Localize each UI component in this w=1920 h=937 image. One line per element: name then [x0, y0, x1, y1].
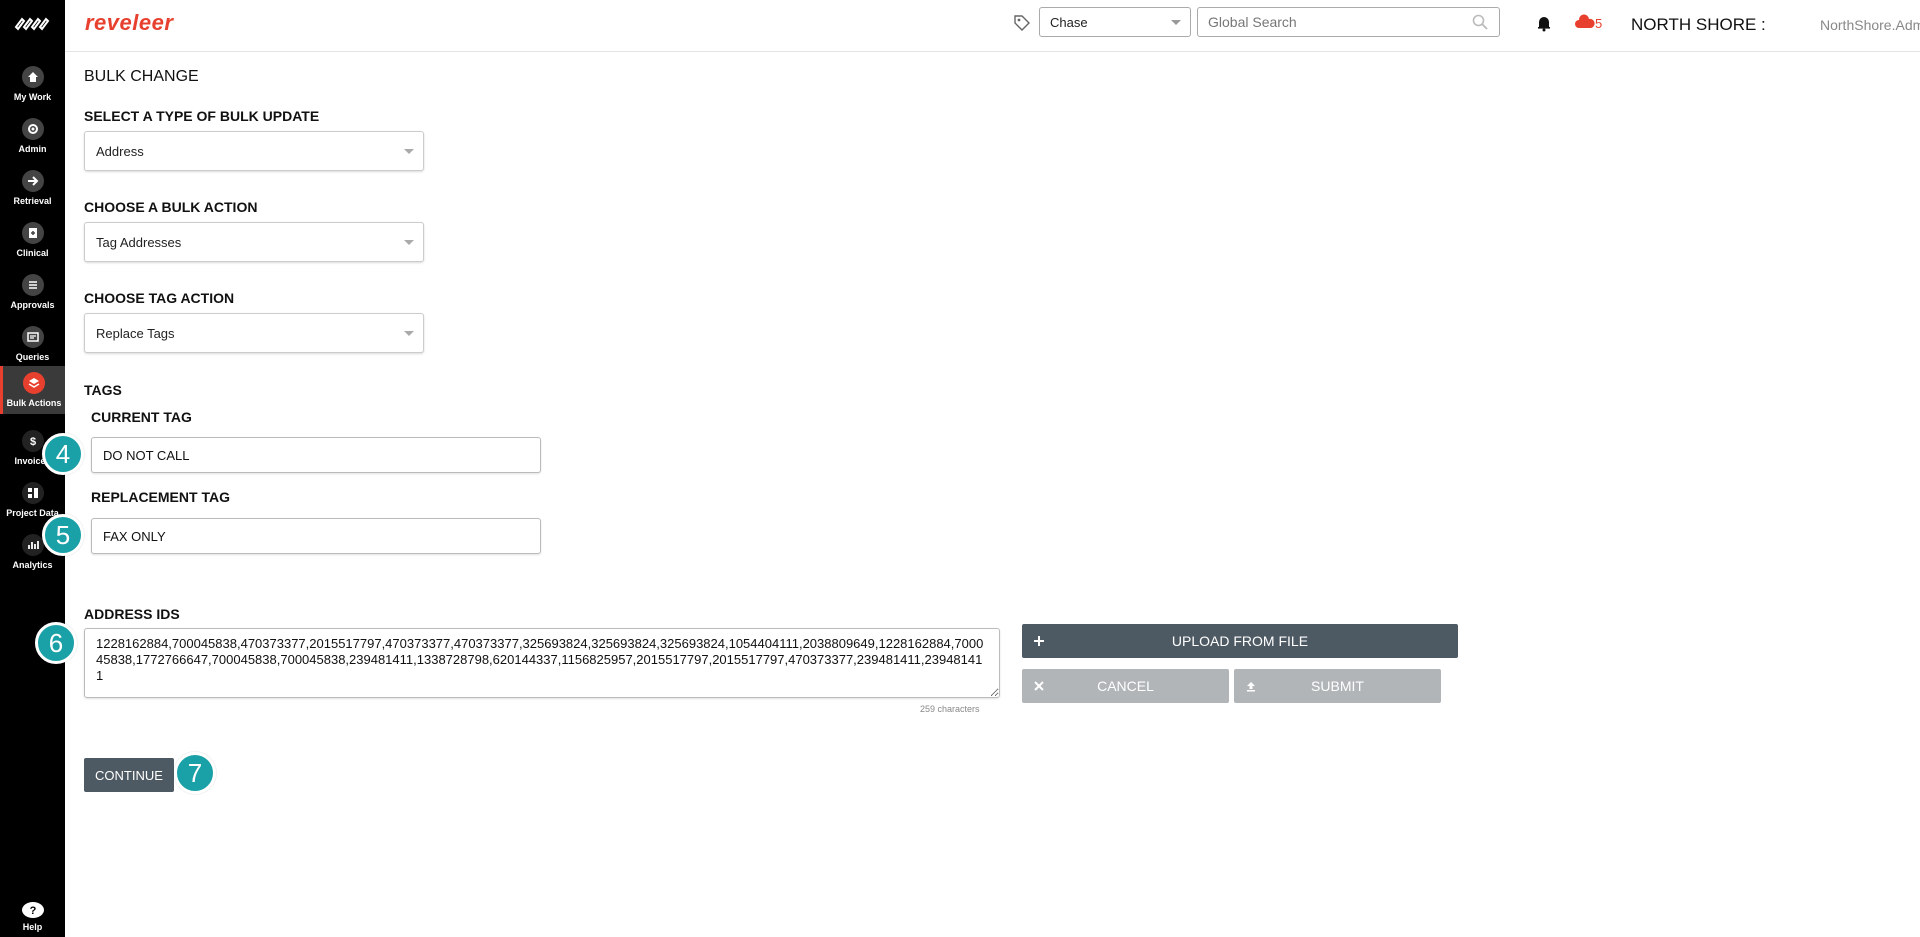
logo-icon[interactable]	[14, 15, 50, 33]
address-ids-label: ADDRESS IDS	[84, 606, 180, 622]
character-count: 259 characters	[920, 704, 980, 714]
home-icon	[21, 66, 44, 88]
replacement-tag-label: REPLACEMENT TAG	[91, 489, 230, 505]
top-header: reveleer Chase 5 NORTH SHORE : NorthShor…	[65, 0, 1920, 52]
sidebar-item-label: Bulk Actions	[6, 398, 62, 408]
current-tag-input[interactable]	[91, 437, 541, 473]
sidebar-item-queries[interactable]: Queries	[0, 318, 65, 370]
cancel-button-label: CANCEL	[1097, 678, 1154, 694]
sidebar-item-label: Clinical	[16, 248, 49, 258]
sidebar-item-label: My Work	[13, 92, 52, 102]
bulk-action-select[interactable]: Tag Addresses	[84, 222, 424, 262]
bulk-type-label: SELECT A TYPE OF BULK UPDATE	[84, 108, 320, 124]
close-icon	[1034, 681, 1044, 691]
bulk-type-value: Address	[96, 144, 144, 159]
bulk-action-label: CHOOSE A BULK ACTION	[84, 199, 258, 215]
sidebar-item-admin[interactable]: Admin	[0, 110, 65, 162]
chevron-down-icon	[404, 331, 414, 336]
bulk-action-value: Tag Addresses	[96, 235, 182, 250]
current-tag-label: CURRENT TAG	[91, 409, 192, 425]
page-title: BULK CHANGE	[84, 68, 199, 85]
step-marker: 6	[35, 622, 77, 664]
sidebar-item-label: Approvals	[10, 300, 55, 310]
sidebar-item-label: Analytics	[12, 560, 53, 570]
chart-icon	[21, 534, 44, 556]
folder-icon	[21, 482, 44, 504]
org-name: NORTH SHORE :	[1631, 15, 1766, 34]
layers-icon	[23, 372, 45, 394]
gear-icon	[21, 118, 44, 140]
chevron-down-icon	[404, 149, 414, 154]
list-icon	[21, 274, 44, 296]
sidebar-item-label: Retrieval	[13, 196, 52, 206]
project-select[interactable]: Chase	[1039, 7, 1191, 37]
chevron-down-icon	[404, 240, 414, 245]
tag-action-select[interactable]: Replace Tags	[84, 313, 424, 353]
brand-logo[interactable]: reveleer	[85, 10, 173, 36]
step-marker: 4	[42, 433, 84, 475]
cloud-icon[interactable]	[1574, 14, 1596, 32]
sidebar-item-bulk-actions[interactable]: Bulk Actions	[0, 366, 65, 414]
global-search-input[interactable]	[1197, 7, 1500, 37]
step-marker: 7	[174, 752, 216, 794]
upload-button-label: UPLOAD FROM FILE	[1171, 633, 1309, 649]
sidebar-item-help[interactable]: ? Help	[0, 902, 65, 932]
sidebar-item-label: Queries	[15, 352, 50, 362]
user-name[interactable]: NorthShore.Admin	[1820, 17, 1920, 33]
dollar-icon: $	[21, 430, 44, 452]
cloud-count-badge: 5	[1595, 16, 1603, 31]
submit-button[interactable]: SUBMIT	[1234, 669, 1441, 703]
tag-action-label: CHOOSE TAG ACTION	[84, 290, 235, 306]
continue-button[interactable]: CONTINUE	[84, 758, 174, 792]
address-ids-textarea[interactable]: 1228162884,700045838,470373377,201551779…	[84, 628, 1000, 698]
svg-text:$: $	[29, 436, 35, 448]
sidebar-item-label: Admin	[18, 144, 47, 154]
main-content: BULK CHANGE SELECT A TYPE OF BULK UPDATE…	[84, 52, 1484, 937]
tag-icon	[1014, 15, 1030, 31]
bulk-type-select[interactable]: Address	[84, 131, 424, 171]
chevron-down-icon	[1171, 20, 1181, 25]
clinical-icon	[21, 222, 44, 244]
submit-button-label: SUBMIT	[1311, 678, 1364, 694]
bell-icon[interactable]	[1535, 14, 1553, 32]
cancel-button[interactable]: CANCEL	[1022, 669, 1229, 703]
queries-icon	[21, 326, 44, 348]
replacement-tag-input[interactable]	[91, 518, 541, 554]
sidebar-item-my-work[interactable]: My Work	[0, 58, 65, 110]
search-icon[interactable]	[1471, 13, 1489, 31]
sidebar-item-label: Help	[22, 922, 43, 932]
sidebar-item-retrieval[interactable]: Retrieval	[0, 162, 65, 214]
tag-action-value: Replace Tags	[96, 326, 175, 341]
continue-button-label: CONTINUE	[95, 767, 163, 783]
sidebar-item-clinical[interactable]: Clinical	[0, 214, 65, 266]
arrow-right-icon	[21, 170, 44, 192]
help-icon: ?	[21, 902, 44, 918]
upload-from-file-button[interactable]: UPLOAD FROM FILE	[1022, 624, 1458, 658]
plus-icon	[1034, 636, 1044, 646]
tags-section-label: TAGS	[84, 382, 122, 398]
step-marker: 5	[42, 514, 84, 556]
upload-icon	[1247, 682, 1255, 692]
project-select-value: Chase	[1050, 15, 1088, 30]
sidebar-item-approvals[interactable]: Approvals	[0, 266, 65, 318]
svg-text:?: ?	[29, 905, 36, 917]
